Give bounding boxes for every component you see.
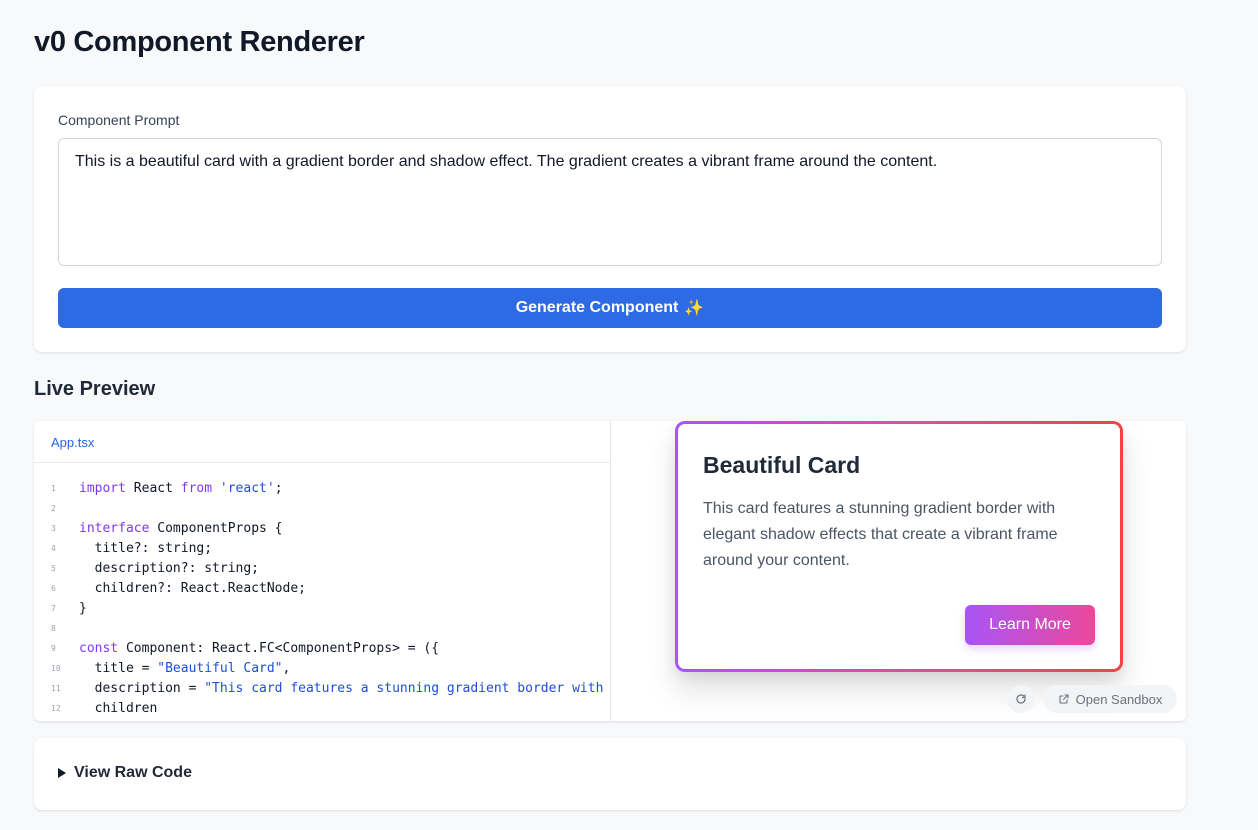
line-number: 7 [51, 604, 56, 613]
card-title: Beautiful Card [703, 452, 861, 478]
code-line: 4 title?: string; [34, 539, 610, 559]
live-preview-heading: Live Preview [34, 378, 156, 400]
code-token: 'react' [219, 481, 275, 496]
line-number: 1 [51, 484, 56, 493]
code-token: title = [79, 661, 158, 676]
code-token: children?: React.ReactNode; [79, 581, 306, 596]
code-token: "This card features a stunning gradient … [204, 681, 604, 696]
preview-panel: App.tsx 1 import React from 'react'; 2 3 int… [34, 421, 1186, 721]
code-line: 5 description?: string; [34, 559, 610, 579]
code-line: 8 [34, 619, 610, 639]
card-description: This card features a stunning gradient b… [703, 500, 1058, 569]
code-token: Component: React.FC<ComponentProps> = ({ [118, 641, 440, 656]
code-editor-pane[interactable]: App.tsx 1 import React from 'react'; 2 3 int… [34, 421, 611, 721]
code-text: description = "This card features a stun… [79, 679, 604, 699]
code-token: "Beautiful Card" [157, 661, 283, 676]
code-line: 2 [34, 499, 610, 519]
open-sandbox-button[interactable]: Open Sandbox [1043, 685, 1177, 713]
code-line: 10 title = "Beautiful Card", [34, 659, 610, 679]
line-number: 5 [51, 564, 56, 573]
code-text: description?: string; [79, 559, 259, 579]
code-line: 6 children?: React.ReactNode; [34, 579, 610, 599]
code-line: 7} [34, 599, 610, 619]
code-line: 11 description = "This card features a s… [34, 679, 610, 699]
code-lines: 1 import React from 'react'; 2 3 interface C… [34, 479, 610, 719]
code-line: 3 interface ComponentProps { [34, 519, 610, 539]
page-title: v0 Component Renderer [34, 26, 365, 58]
code-text: children [79, 699, 158, 719]
line-number: 2 [51, 504, 56, 513]
gradient-border-card: Beautiful Card This card features a stun… [675, 421, 1123, 672]
line-number: 4 [51, 544, 56, 553]
file-tab-app-tsx[interactable]: App.tsx [51, 435, 94, 450]
code-token: description = [79, 681, 205, 696]
open-sandbox-label: Open Sandbox [1075, 691, 1163, 707]
learn-more-button[interactable]: Learn More [965, 605, 1095, 645]
code-token: children [79, 701, 158, 716]
view-raw-code-toggle[interactable]: View Raw Code [58, 764, 192, 782]
prompt-textarea[interactable]: This is a beautiful card with a gradient… [58, 138, 1162, 266]
card-body: Beautiful Card This card features a stun… [678, 424, 1120, 669]
prompt-label: Component Prompt [58, 112, 180, 128]
code-text: import React from 'react'; [79, 479, 283, 499]
render-pane: Beautiful Card This card features a stun… [611, 421, 1186, 721]
line-number: 6 [51, 584, 56, 593]
code-text: } [79, 599, 87, 619]
file-tab-bar: App.tsx [34, 421, 610, 463]
line-number: 11 [51, 684, 61, 693]
prompt-card: Component Prompt This is a beautiful car… [34, 86, 1186, 352]
generate-component-button[interactable]: Generate Component ✨ [58, 288, 1162, 328]
code-token: const [79, 641, 119, 656]
external-link-icon [1059, 694, 1069, 704]
code-line: 9 const Component: React.FC<ComponentProp… [34, 639, 610, 659]
refresh-button[interactable] [1007, 685, 1035, 713]
code-token: ; [274, 481, 283, 496]
line-number: 9 [51, 644, 56, 653]
code-text: const Component: React.FC<ComponentProps… [79, 639, 439, 659]
code-text: interface ComponentProps { [79, 519, 283, 539]
code-text: children?: React.ReactNode; [79, 579, 306, 599]
line-number: 8 [51, 624, 56, 633]
line-number: 12 [51, 704, 61, 713]
generate-button-label: Generate Component [515, 299, 679, 316]
view-raw-code-label: View Raw Code [74, 764, 192, 781]
code-token: interface [79, 521, 150, 536]
code-line: 1 import React from 'react'; [34, 479, 610, 499]
line-number: 3 [51, 524, 56, 533]
page: v0 Component Renderer Component Prompt T… [0, 0, 1258, 830]
code-token: , [282, 661, 291, 676]
code-token: } [79, 601, 87, 616]
line-number: 10 [51, 664, 61, 673]
raw-code-card: View Raw Code [34, 738, 1186, 810]
code-token: React [125, 481, 181, 496]
expand-triangle-icon [58, 768, 66, 778]
code-token: from [180, 481, 213, 496]
code-text: title = "Beautiful Card", [79, 659, 291, 679]
refresh-icon [1016, 694, 1026, 704]
code-token: description?: string; [79, 561, 260, 576]
code-token: title?: string; [79, 541, 213, 556]
code-line: 12 children [34, 699, 610, 719]
sparkles-icon: ✨ [684, 300, 705, 317]
code-text: title?: string; [79, 539, 212, 559]
code-token: ComponentProps { [149, 521, 283, 536]
code-token: import [79, 481, 126, 496]
